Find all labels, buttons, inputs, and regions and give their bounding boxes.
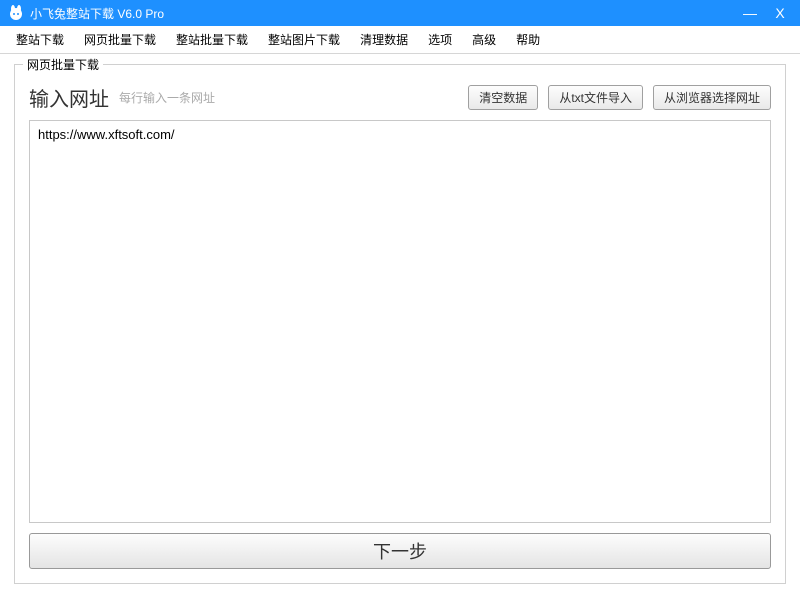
url-textarea[interactable] (29, 120, 771, 523)
content-area: 网页批量下载 输入网址 每行输入一条网址 清空数据 从txt文件导入 从浏览器选… (0, 54, 800, 598)
batch-download-group: 网页批量下载 输入网址 每行输入一条网址 清空数据 从txt文件导入 从浏览器选… (14, 64, 786, 584)
close-button[interactable]: X (772, 5, 788, 21)
next-step-button[interactable]: 下一步 (29, 533, 771, 569)
menu-site-image-download[interactable]: 整站图片下载 (258, 26, 350, 53)
titlebar: 小飞兔整站下载 V6.0 Pro — X (0, 0, 800, 26)
window-controls: — X (742, 5, 792, 21)
menu-advanced[interactable]: 高级 (462, 26, 506, 53)
clear-data-button[interactable]: 清空数据 (468, 85, 538, 110)
menu-site-download[interactable]: 整站下载 (6, 26, 74, 53)
menubar: 整站下载 网页批量下载 整站批量下载 整站图片下载 清理数据 选项 高级 帮助 (0, 26, 800, 54)
menu-options[interactable]: 选项 (418, 26, 462, 53)
import-txt-button[interactable]: 从txt文件导入 (548, 85, 643, 110)
menu-clear-data[interactable]: 清理数据 (350, 26, 418, 53)
url-header: 输入网址 每行输入一条网址 清空数据 从txt文件导入 从浏览器选择网址 (29, 83, 771, 112)
menu-page-batch-download[interactable]: 网页批量下载 (74, 26, 166, 53)
window-title: 小飞兔整站下载 V6.0 Pro (30, 5, 742, 22)
menu-help[interactable]: 帮助 (506, 26, 550, 53)
group-title: 网页批量下载 (23, 56, 103, 73)
minimize-button[interactable]: — (742, 5, 758, 21)
url-input-label: 输入网址 (29, 83, 109, 112)
app-icon (8, 5, 24, 21)
url-input-hint: 每行输入一条网址 (119, 89, 458, 106)
menu-site-batch-download[interactable]: 整站批量下载 (166, 26, 258, 53)
from-browser-button[interactable]: 从浏览器选择网址 (653, 85, 771, 110)
